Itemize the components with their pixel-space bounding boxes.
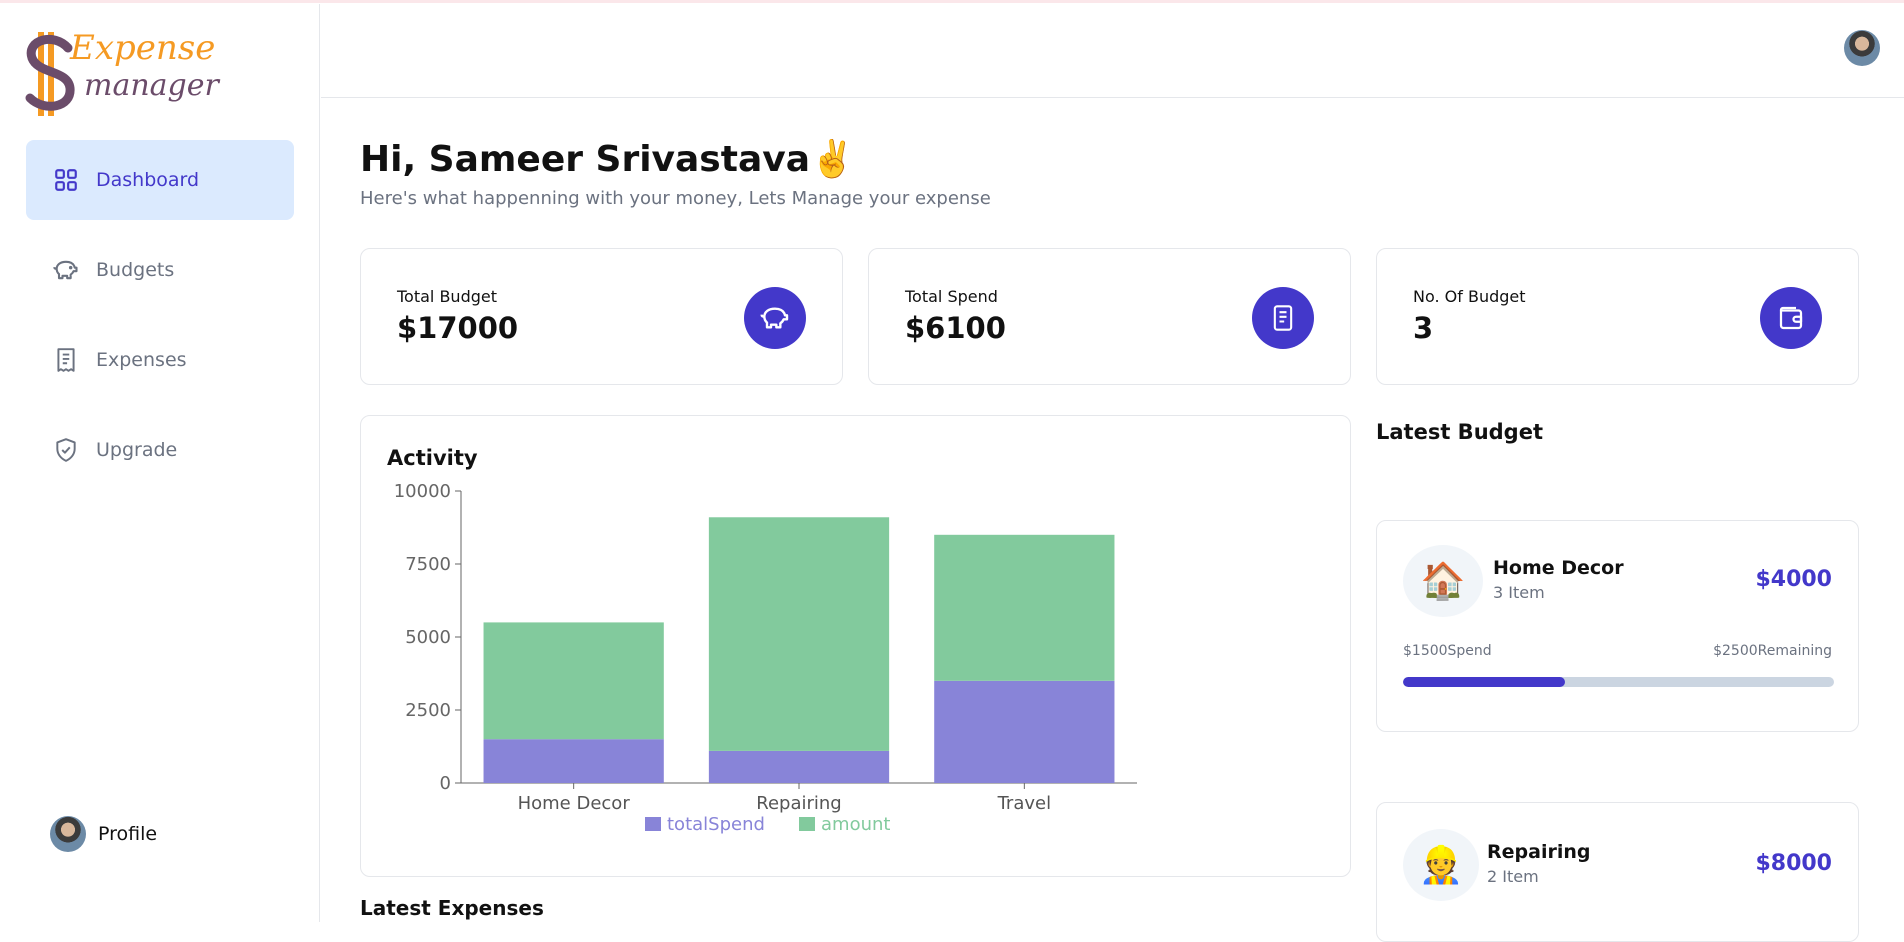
budget-name: Repairing bbox=[1487, 841, 1591, 863]
profile-label: Profile bbox=[98, 823, 158, 845]
user-avatar-button[interactable] bbox=[1844, 30, 1880, 66]
activity-chart: 0 2500 5000 7500 10000 Home Decor Repairing Tra… bbox=[394, 481, 1137, 835]
sidebar-nav: Dashboard Budgets Expenses Upgrade bbox=[26, 140, 294, 500]
y-tick-label: 7500 bbox=[405, 554, 451, 575]
y-tick-label: 5000 bbox=[405, 627, 451, 648]
x-tick-label: Repairing bbox=[756, 793, 841, 814]
logo-text-manager: manager bbox=[84, 68, 219, 103]
stat-card-total-spend: Total Spend $6100 bbox=[868, 248, 1351, 385]
bar-totalSpend bbox=[934, 680, 1115, 783]
bar-amount bbox=[708, 517, 890, 751]
sidebar-item-dashboard[interactable]: Dashboard bbox=[26, 140, 294, 220]
receipt-icon bbox=[1252, 287, 1314, 349]
latest-expenses-title: Latest Expenses bbox=[360, 896, 544, 920]
sidebar-item-label: Upgrade bbox=[96, 439, 178, 461]
bar-totalSpend bbox=[708, 750, 890, 783]
piggy-bank-icon bbox=[52, 256, 80, 284]
sidebar-item-expenses[interactable]: Expenses bbox=[26, 320, 294, 400]
shield-check-icon bbox=[52, 436, 80, 464]
budget-spend: $1500Spend bbox=[1403, 643, 1492, 659]
profile-link[interactable]: Profile bbox=[50, 816, 157, 852]
logo-text-expense: Expense bbox=[70, 28, 216, 68]
stat-value: 3 bbox=[1413, 311, 1434, 345]
stat-label: Total Budget bbox=[397, 287, 497, 306]
stat-value: $17000 bbox=[397, 311, 519, 345]
sidebar-item-budgets[interactable]: Budgets bbox=[26, 230, 294, 310]
grid-icon bbox=[52, 166, 80, 194]
sidebar-item-label: Budgets bbox=[96, 259, 175, 281]
sidebar-item-label: Expenses bbox=[96, 349, 187, 371]
legend-swatch bbox=[645, 817, 661, 831]
page-title: Hi, Sameer Srivastava✌️ bbox=[360, 139, 855, 180]
activity-chart-card: Activity 0 2500 5000 7500 10000 Home Decor Rep… bbox=[360, 415, 1351, 877]
y-tick-label: 2500 bbox=[405, 700, 451, 721]
bar-totalSpend bbox=[483, 739, 664, 783]
budget-progress-bar bbox=[1403, 677, 1834, 687]
y-tick-label: 0 bbox=[440, 773, 451, 794]
app-logo[interactable]: Expense manager bbox=[24, 26, 234, 126]
budget-card-home-decor[interactable]: 🏠 Home Decor 3 Item $4000 $1500Spend $25… bbox=[1376, 520, 1859, 732]
house-emoji-icon: 🏠 bbox=[1403, 545, 1483, 617]
sidebar: Expense manager Dashboard Budgets Expens… bbox=[0, 4, 320, 922]
budget-item-count: 2 Item bbox=[1487, 867, 1539, 886]
budget-name: Home Decor bbox=[1493, 557, 1624, 579]
bar-amount bbox=[934, 534, 1115, 681]
x-tick-label: Travel bbox=[997, 793, 1052, 814]
budget-amount: $4000 bbox=[1755, 567, 1832, 592]
piggy-bank-icon bbox=[744, 287, 806, 349]
avatar bbox=[50, 816, 86, 852]
stat-card-number-of-budget: No. Of Budget 3 bbox=[1376, 248, 1859, 385]
top-accent-line bbox=[0, 0, 1904, 3]
page-subtitle: Here's what happenning with your money, … bbox=[360, 188, 991, 209]
budget-remaining: $2500Remaining bbox=[1713, 643, 1832, 659]
top-header bbox=[321, 4, 1904, 98]
stat-value: $6100 bbox=[905, 311, 1006, 345]
legend-swatch bbox=[799, 817, 815, 831]
bar-amount bbox=[483, 622, 664, 740]
stat-label: Total Spend bbox=[905, 287, 998, 306]
receipt-icon bbox=[52, 346, 80, 374]
y-tick-label: 10000 bbox=[394, 481, 451, 502]
budget-amount: $8000 bbox=[1755, 851, 1832, 876]
sidebar-item-upgrade[interactable]: Upgrade bbox=[26, 410, 294, 490]
wallet-icon bbox=[1760, 287, 1822, 349]
x-tick-label: Home Decor bbox=[518, 793, 631, 814]
budget-progress-fill bbox=[1403, 677, 1565, 687]
sidebar-item-label: Dashboard bbox=[96, 169, 200, 191]
legend-label: amount bbox=[821, 814, 890, 835]
stat-card-total-budget: Total Budget $17000 bbox=[360, 248, 843, 385]
legend-label: totalSpend bbox=[667, 814, 765, 835]
budget-card-repairing[interactable]: 👷 Repairing 2 Item $8000 bbox=[1376, 802, 1859, 942]
stat-label: No. Of Budget bbox=[1413, 287, 1526, 306]
latest-budget-title: Latest Budget bbox=[1376, 420, 1543, 444]
budget-item-count: 3 Item bbox=[1493, 583, 1545, 602]
worker-emoji-icon: 👷 bbox=[1403, 829, 1479, 901]
